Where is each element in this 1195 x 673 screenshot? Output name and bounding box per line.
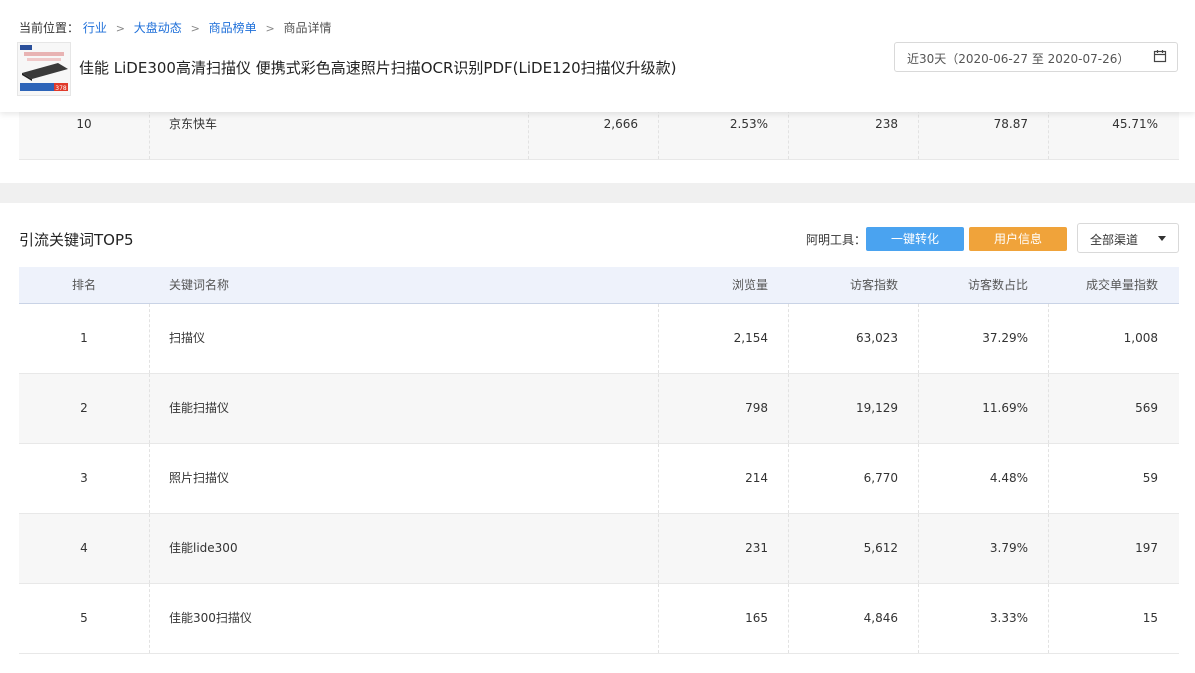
column-divider (149, 444, 150, 513)
breadcrumb-item-industry[interactable]: 行业 (83, 21, 107, 35)
convert-button[interactable]: 一键转化 (866, 227, 964, 251)
cell-keyword: 佳能扫描仪 (169, 401, 230, 415)
cell-rank: 3 (80, 471, 88, 485)
cell-visitor-ratio: 4.48% (989, 471, 1028, 485)
cell-visitors: 4,846 (863, 611, 898, 625)
breadcrumb: 当前位置： 行业 > 大盘动态 > 商品榜单 > 商品详情 (19, 19, 332, 36)
header-deals: 成交单量指数 (1085, 278, 1158, 292)
date-range-picker[interactable]: 近30天（2020-06-27 至 2020-07-26） (894, 42, 1178, 72)
cell-deals: 1,008 (1123, 331, 1158, 345)
cell-visitors: 6,770 (863, 471, 898, 485)
keyword-table: 排名 关键词名称 浏览量 访客指数 访客数占比 成交单量指数 1 扫描仪 2,1… (19, 267, 1179, 654)
table-header: 排名 关键词名称 浏览量 访客指数 访客数占比 成交单量指数 (19, 267, 1179, 304)
chevron-right-icon: > (190, 22, 200, 35)
cell-views: 798 (745, 401, 768, 415)
table-row: 3 照片扫描仪 214 6,770 4.48% 59 (19, 444, 1179, 514)
cell-visitor-ratio: 37.29% (982, 331, 1028, 345)
cell-deals: 15 (1142, 611, 1158, 625)
cell-deals: 59 (1142, 471, 1158, 485)
cell-rank: 1 (80, 331, 88, 345)
column-divider (149, 374, 150, 443)
chevron-right-icon: > (265, 22, 275, 35)
header-visitors: 访客指数 (849, 278, 898, 292)
cell-visitor-ratio: 3.79% (989, 541, 1028, 555)
cell-rank: 4 (80, 541, 88, 555)
cell-visitors: 19,129 (856, 401, 898, 415)
cell-views: 165 (745, 611, 768, 625)
cell-visitors: 63,023 (856, 331, 898, 345)
header-views: 浏览量 (731, 278, 768, 292)
breadcrumb-item-ranking[interactable]: 商品榜单 (209, 21, 257, 35)
product-title: 佳能 LiDE300高清扫描仪 便携式彩色高速照片扫描OCR识别PDF(LiDE… (79, 59, 677, 77)
cell-keyword: 照片扫描仪 (169, 471, 230, 485)
thumb-price: 378 (55, 85, 67, 92)
header-rank: 排名 (71, 278, 96, 292)
cell-views: 2,154 (733, 331, 768, 345)
cell-visitor-ratio: 3.33% (989, 611, 1028, 625)
table-row: 4 佳能lide300 231 5,612 3.79% 197 (19, 514, 1179, 584)
column-divider (149, 514, 150, 583)
header-keyword: 关键词名称 (169, 278, 230, 292)
page-header: 当前位置： 行业 > 大盘动态 > 商品榜单 > 商品详情 378 佳能 LiD… (0, 0, 1195, 112)
column-divider (149, 304, 150, 373)
cell-visitors: 5,612 (863, 541, 898, 555)
section-title: 引流关键词TOP5 (19, 231, 134, 249)
channel-select-value: 全部渠道 (1090, 233, 1139, 247)
caret-down-icon (1158, 236, 1166, 241)
breadcrumb-label: 当前位置： (19, 21, 80, 35)
table-row: 2 佳能扫描仪 798 19,129 11.69% 569 (19, 374, 1179, 444)
cell-deals: 197 (1135, 541, 1158, 555)
breadcrumb-current: 商品详情 (283, 21, 332, 35)
cell-keyword: 扫描仪 (169, 331, 206, 345)
cell-keyword: 佳能300扫描仪 (169, 611, 252, 625)
chevron-right-icon: > (115, 22, 125, 35)
breadcrumb-item-market[interactable]: 大盘动态 (134, 21, 182, 35)
section-gap (0, 183, 1195, 203)
header-visitor-ratio: 访客数占比 (967, 278, 1028, 292)
column-divider (149, 584, 150, 653)
cell-rank: 2 (80, 401, 88, 415)
cell-deals: 569 (1135, 401, 1158, 415)
cell-visitor-ratio: 11.69% (982, 401, 1028, 415)
calendar-icon (1153, 49, 1167, 66)
product-thumbnail: 378 (17, 42, 71, 96)
date-range-text: 近30天（2020-06-27 至 2020-07-26） (907, 52, 1130, 66)
table-row: 1 扫描仪 2,154 63,023 37.29% 1,008 (19, 304, 1179, 374)
cell-views: 231 (745, 541, 768, 555)
channel-select[interactable]: 全部渠道 (1077, 223, 1179, 253)
cell-rank: 5 (80, 611, 88, 625)
tools-label: 阿明工具： (806, 233, 867, 247)
cell-keyword: 佳能lide300 (169, 541, 238, 555)
cell-views: 214 (745, 471, 768, 485)
user-info-button[interactable]: 用户信息 (969, 227, 1067, 251)
table-row: 5 佳能300扫描仪 165 4,846 3.33% 15 (19, 584, 1179, 654)
